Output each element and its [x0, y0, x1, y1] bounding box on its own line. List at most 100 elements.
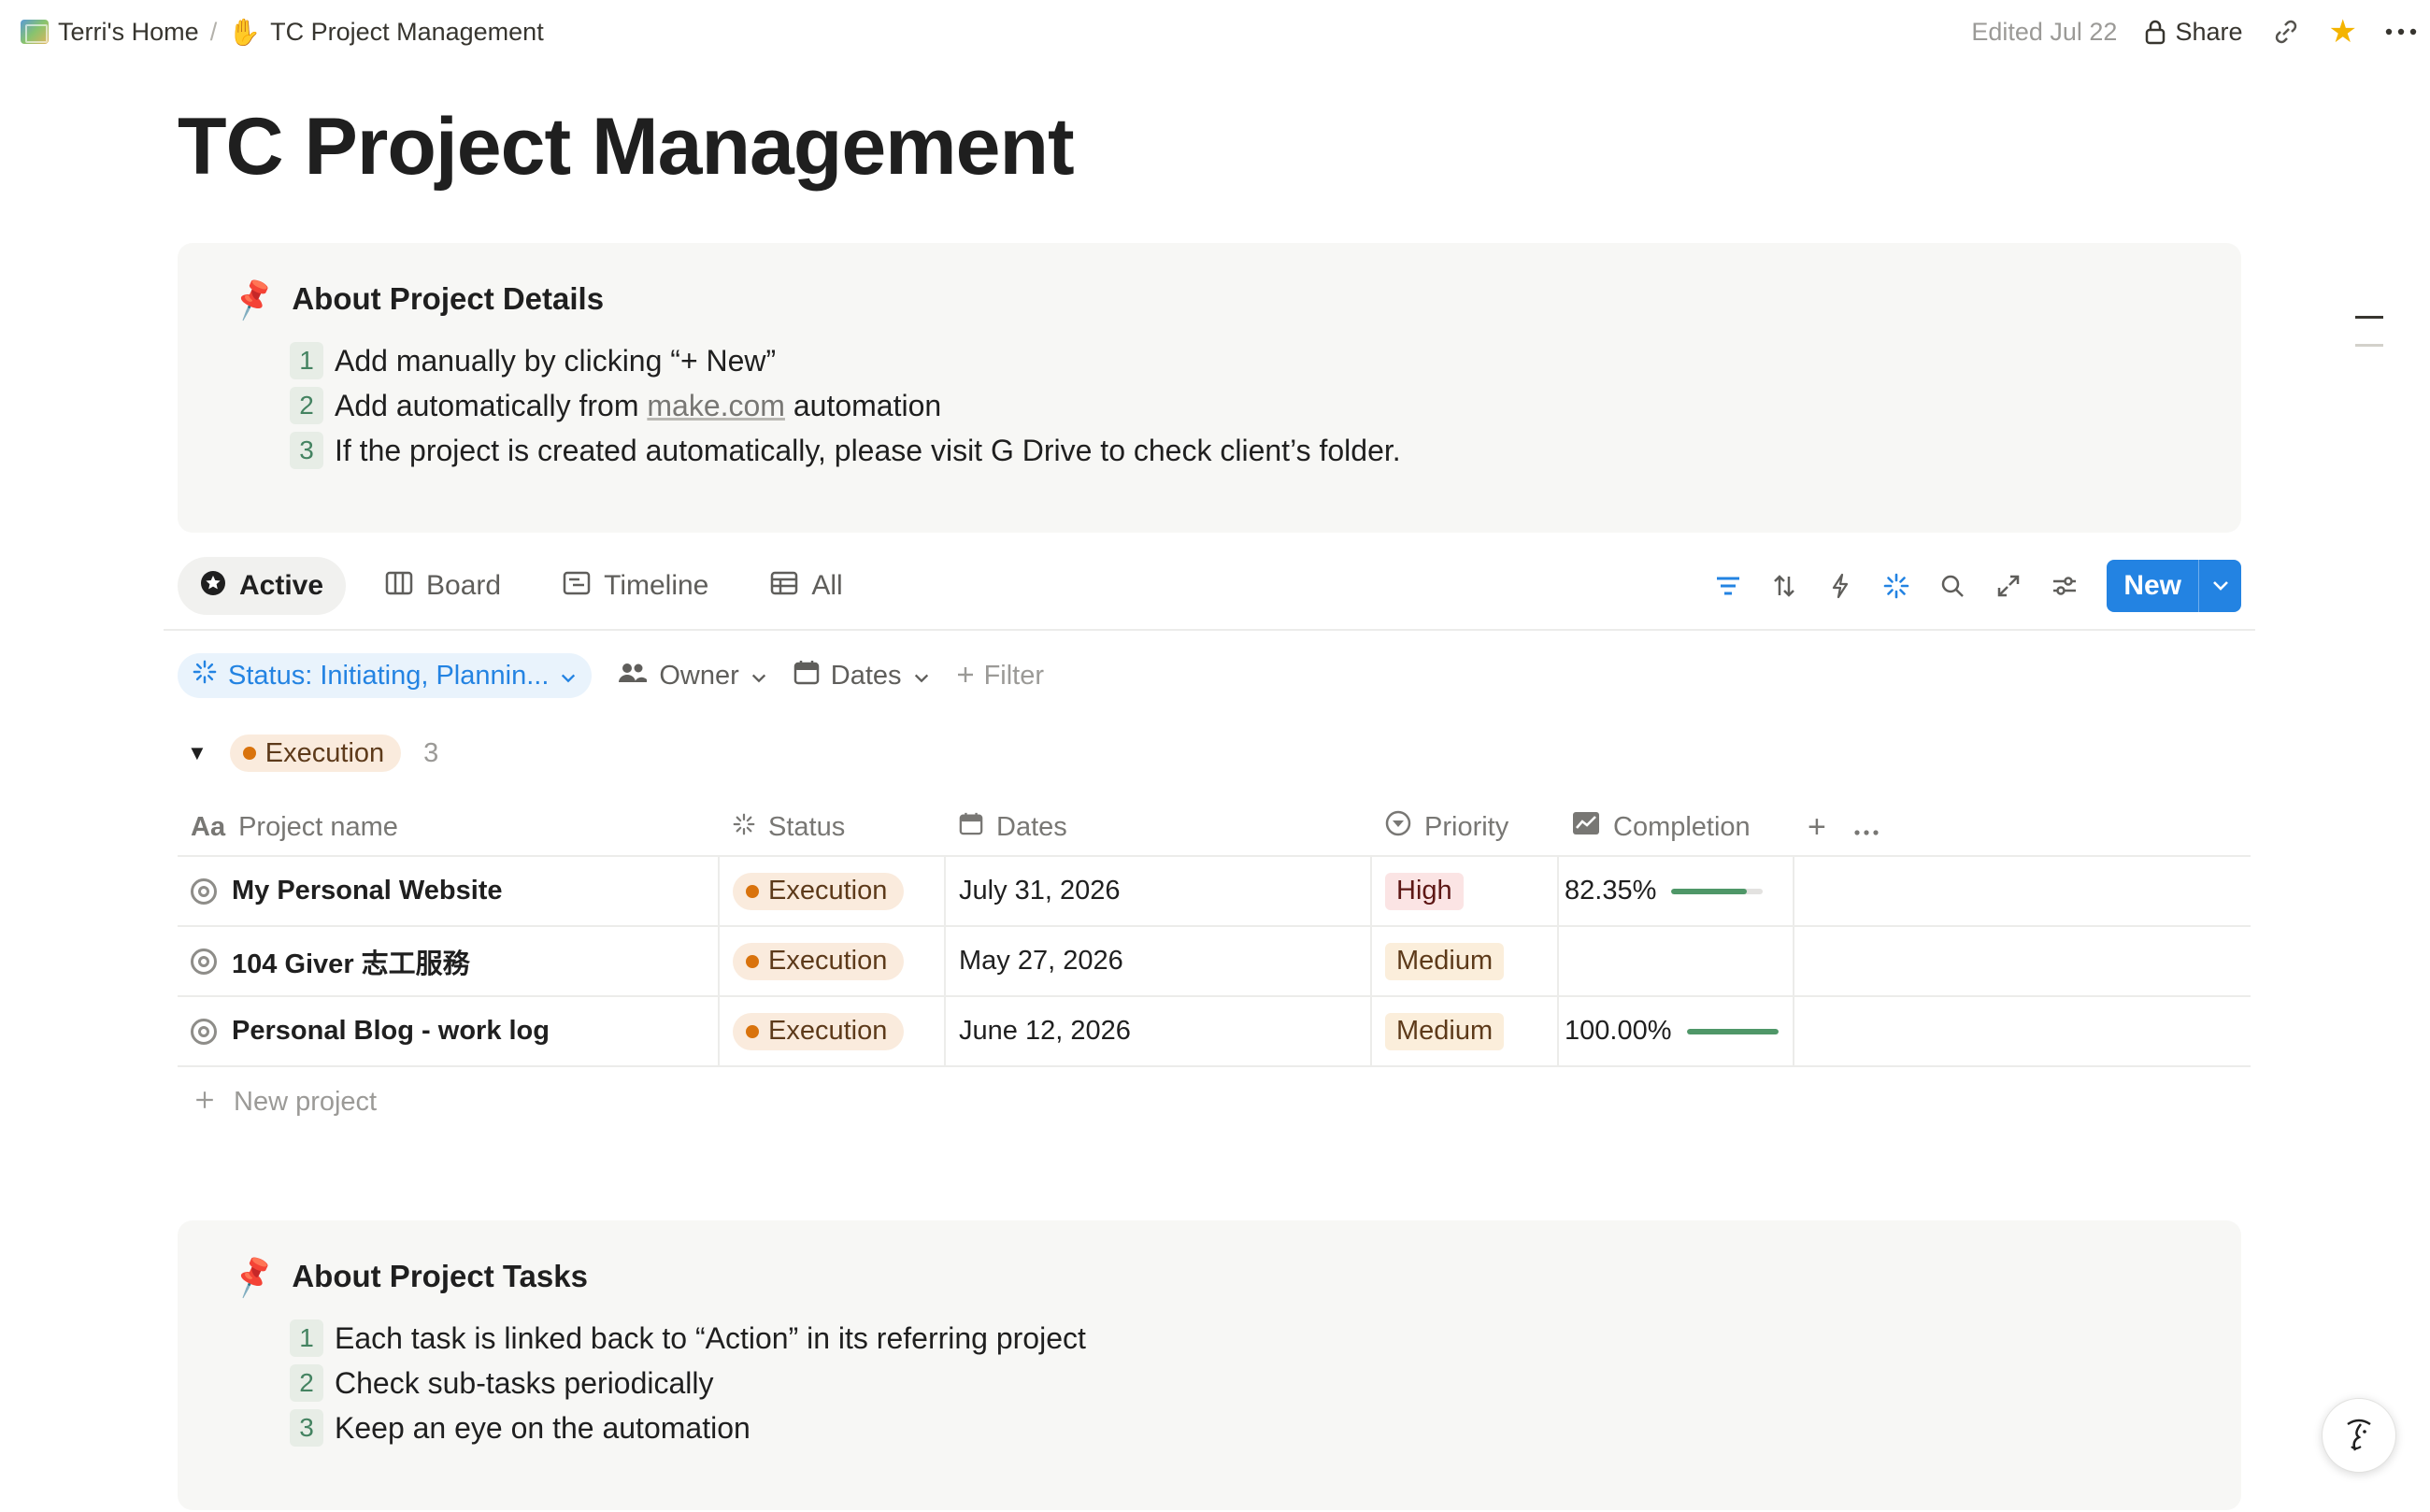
table-row[interactable]: Personal Blog - work log Execution June … [178, 997, 2251, 1067]
list-number: 1 [290, 1319, 323, 1357]
column-project-name[interactable]: Aa Project name [178, 799, 720, 855]
top-bar: Terri's Home / ✋ TC Project Management E… [0, 0, 2430, 64]
column-completion[interactable]: Completion [1559, 799, 1794, 855]
date-value: July 31, 2026 [959, 876, 1121, 906]
map-emoji-icon [21, 20, 49, 44]
dates-filter-label: Dates [830, 660, 902, 691]
list-text: Add automatically from make.com automati… [335, 389, 941, 423]
completion-progress-bar [1686, 1028, 1779, 1034]
list-item: 2 Add automatically from make.com automa… [290, 383, 2211, 428]
breadcrumb-home[interactable]: Terri's Home [13, 14, 207, 50]
date-value: May 27, 2026 [959, 946, 1123, 976]
tab-label: All [811, 570, 843, 601]
table-of-contents-mark[interactable] [2355, 316, 2383, 319]
status-cell[interactable]: Execution [720, 927, 946, 995]
target-icon [191, 1018, 217, 1045]
list-item: 2 Check sub-tasks periodically [290, 1361, 2211, 1405]
empty-cell [1794, 997, 2251, 1065]
expand-icon[interactable] [1994, 574, 2023, 598]
edited-timestamp[interactable]: Edited Jul 22 [1971, 18, 2117, 47]
breadcrumb-current-label: TC Project Management [270, 17, 544, 46]
page-title[interactable]: TC Project Management [178, 101, 1075, 193]
new-button[interactable]: New [2107, 560, 2241, 612]
share-button[interactable]: Share [2145, 18, 2243, 47]
star-circle-icon [200, 570, 226, 603]
tab-timeline[interactable]: Timeline [540, 557, 731, 615]
priority-badge: High [1385, 872, 1464, 910]
status-dot [242, 747, 256, 760]
plus-icon [194, 1087, 215, 1118]
priority-cell[interactable]: Medium [1372, 997, 1559, 1065]
search-icon[interactable] [1938, 573, 1966, 599]
status-badge: Execution [733, 1012, 905, 1050]
date-cell[interactable]: July 31, 2026 [946, 857, 1372, 925]
status-cell[interactable]: Execution [720, 997, 946, 1065]
callout-heading-text: About Project Details [292, 281, 605, 316]
priority-cell[interactable]: High [1372, 857, 1559, 925]
more-options-icon[interactable] [2385, 28, 2417, 36]
list-number: 3 [290, 432, 323, 469]
tab-all[interactable]: All [748, 557, 865, 615]
status-cell[interactable]: Execution [720, 857, 946, 925]
table-row[interactable]: 104 Giver 志工服務 Execution May 27, 2026 Me… [178, 927, 2251, 997]
settings-sliders-icon[interactable] [2051, 574, 2079, 598]
completion-cell[interactable]: 82.35% [1559, 857, 1794, 925]
list-number: 3 [290, 1409, 323, 1447]
tab-active[interactable]: Active [178, 557, 347, 615]
new-project-row[interactable]: New project [178, 1067, 2251, 1136]
chevron-down-icon[interactable] [2198, 560, 2241, 612]
priority-badge: Medium [1385, 1012, 1505, 1050]
chevron-down-icon [560, 661, 577, 692]
date-cell[interactable]: June 12, 2026 [946, 997, 1372, 1065]
column-priority[interactable]: Priority [1372, 799, 1559, 855]
tab-board[interactable]: Board [363, 557, 523, 615]
list-number: 1 [290, 342, 323, 379]
sort-icon[interactable] [1770, 573, 1798, 599]
table-row[interactable]: My Personal Website Execution July 31, 2… [178, 857, 2251, 927]
project-name-cell[interactable]: 104 Giver 志工服務 [178, 927, 720, 995]
collapse-triangle-icon[interactable]: ▼ [187, 741, 207, 765]
completion-cell[interactable] [1559, 927, 1794, 995]
dates-filter[interactable]: Dates [793, 659, 930, 692]
table-of-contents-mark[interactable] [2355, 344, 2383, 347]
status-label: Execution [768, 876, 888, 906]
views-divider [164, 629, 2255, 631]
owner-filter[interactable]: Owner [618, 661, 766, 692]
calendar-icon [793, 659, 820, 692]
more-options-icon[interactable] [1854, 812, 1879, 843]
numbered-list: 1 Add manually by clicking “+ New” 2 Add… [290, 338, 2211, 473]
plus-icon [956, 661, 975, 692]
column-label: Completion [1613, 811, 1751, 842]
completion-cell[interactable]: 100.00% [1559, 997, 1794, 1065]
list-text-after: automation [784, 388, 942, 422]
list-item: 1 Add manually by clicking “+ New” [290, 338, 2211, 383]
link-icon[interactable] [2271, 17, 2301, 47]
add-column-plus-icon[interactable]: + [1808, 809, 1826, 846]
column-dates[interactable]: Dates [946, 799, 1372, 855]
add-filter-button[interactable]: Filter [956, 661, 1044, 692]
favorite-star-icon[interactable]: ★ [2329, 13, 2357, 50]
make-com-link[interactable]: make.com [647, 389, 785, 422]
list-number: 2 [290, 1364, 323, 1402]
group-header-execution[interactable]: ▼ Execution 3 [187, 733, 438, 774]
date-cell[interactable]: May 27, 2026 [946, 927, 1372, 995]
group-status-label: Execution [264, 737, 385, 768]
breadcrumb-current[interactable]: ✋ TC Project Management [221, 13, 551, 51]
tab-label: Active [239, 570, 324, 601]
empty-cell [1794, 927, 2251, 995]
filter-icon[interactable] [1714, 576, 1742, 596]
automation-lightning-icon[interactable] [1826, 573, 1854, 599]
status-filter-pill[interactable]: Status: Initiating, Plannin... [178, 653, 593, 698]
project-name-cell[interactable]: Personal Blog - work log [178, 997, 720, 1065]
new-button-label[interactable]: New [2107, 560, 2198, 612]
status-dot [746, 884, 759, 898]
list-text: Add manually by clicking “+ New” [335, 343, 777, 378]
database-views-bar: Active Board Timeline All New [178, 555, 2241, 617]
column-status[interactable]: Status [720, 799, 946, 855]
top-actions: Edited Jul 22 Share ★ [1971, 13, 2417, 50]
status-loader-icon[interactable] [1882, 573, 1910, 599]
tab-label: Timeline [604, 570, 709, 601]
priority-cell[interactable]: Medium [1372, 927, 1559, 995]
help-assistant-button[interactable] [2322, 1398, 2396, 1473]
project-name-cell[interactable]: My Personal Website [178, 857, 720, 925]
